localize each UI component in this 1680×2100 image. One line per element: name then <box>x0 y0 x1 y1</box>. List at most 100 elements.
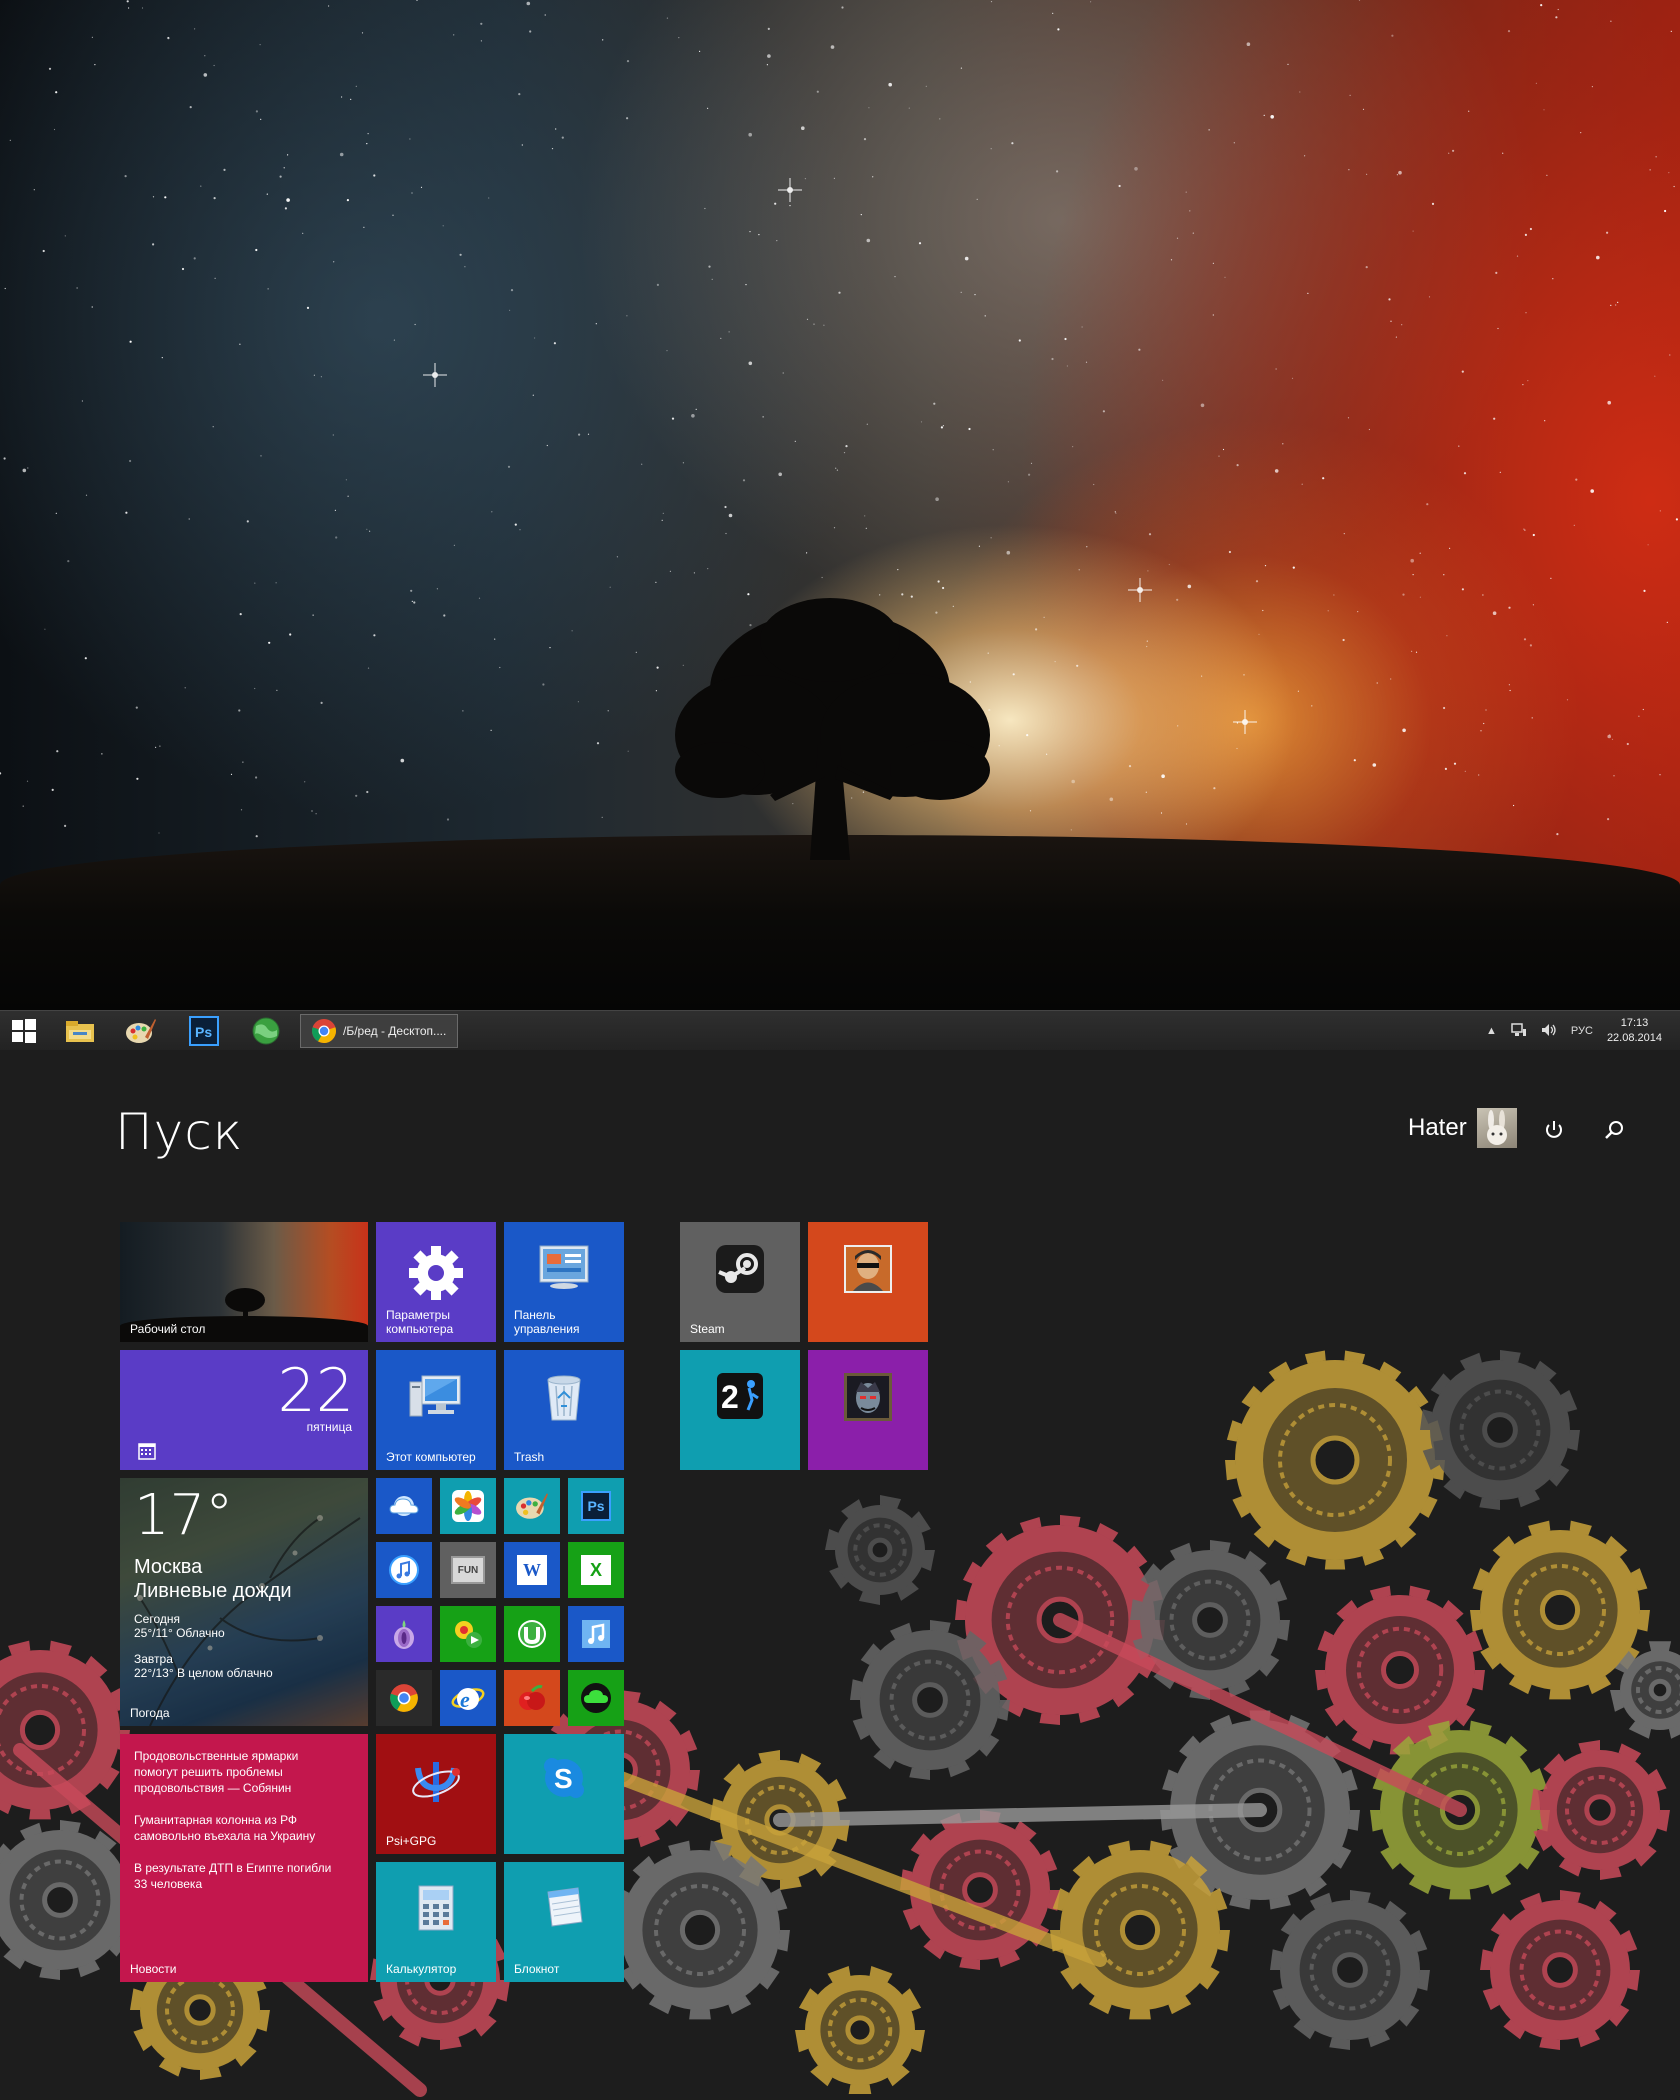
tile-steam-label: Steam <box>690 1322 725 1336</box>
start-screen: Пуск Hater Рабочий стол 22 пятница 17° М… <box>0 1050 1680 2100</box>
tile-game-warrior[interactable] <box>808 1350 928 1470</box>
clock-date: 22.08.2014 <box>1606 1032 1662 1044</box>
desktop-wallpaper <box>0 0 1680 1010</box>
news-list: Продовольственные ярмарки помогут решить… <box>134 1748 344 1908</box>
user-avatar <box>1476 1108 1517 1148</box>
tile-desktop-label: Рабочий стол <box>130 1322 206 1336</box>
tile-portal-2[interactable]: 2 <box>680 1350 800 1470</box>
weather-tomorrow-forecast: 22°/13° В целом облачно <box>134 1666 273 1680</box>
search-button[interactable] <box>1600 1116 1628 1144</box>
utorrent-icon <box>518 1620 546 1648</box>
tile-news-label: Новости <box>130 1962 177 1976</box>
tile-apple-app[interactable] <box>504 1670 560 1726</box>
psi-icon <box>412 1762 460 1802</box>
tile-music-app[interactable] <box>568 1606 624 1662</box>
svg-text:Ps: Ps <box>195 1024 212 1040</box>
music-note-icon <box>582 1620 610 1648</box>
word-icon: W <box>517 1555 547 1585</box>
network-icon[interactable] <box>1511 1022 1527 1040</box>
start-title: Пуск <box>115 1103 244 1161</box>
search-icon <box>1605 1121 1623 1139</box>
tile-psi-gpg-label: Psi+GPG <box>386 1834 437 1848</box>
taskbar-file-explorer[interactable] <box>55 1015 105 1047</box>
tile-calculator[interactable]: Калькулятор <box>376 1862 496 1982</box>
tile-icon-wrap <box>808 1222 928 1342</box>
taskbar-chrome-task[interactable]: /Б/ред - Десктоп.... <box>300 1014 458 1048</box>
tile-control-panel[interactable]: Панель управления <box>504 1222 624 1342</box>
tile-internet-explorer[interactable]: e <box>440 1670 496 1726</box>
taskbar-clock[interactable]: 17:13 22.08.2014 <box>1607 1016 1662 1046</box>
tile-this-pc[interactable]: Этот компьютер <box>376 1350 496 1470</box>
tile-skype[interactable]: S <box>504 1734 624 1854</box>
character-portrait-icon <box>844 1245 892 1293</box>
tile-notepad-label: Блокнот <box>514 1962 560 1976</box>
tile-pc-settings-label: Параметры компьютера <box>386 1308 454 1336</box>
taskbar-photoshop[interactable]: Ps <box>179 1015 229 1047</box>
system-tray: ▲ РУС 17:13 22.08.2014 <box>1486 1011 1680 1051</box>
file-explorer-icon <box>66 1021 94 1042</box>
tile-photos[interactable] <box>440 1478 496 1534</box>
tile-tor[interactable] <box>376 1606 432 1662</box>
tile-itunes[interactable] <box>376 1542 432 1598</box>
globe-icon <box>252 1017 280 1045</box>
tile-word[interactable]: W <box>504 1542 560 1598</box>
tor-onion-icon <box>394 1620 414 1649</box>
tile-this-pc-label: Этот компьютер <box>386 1450 476 1464</box>
tile-steam[interactable]: Steam <box>680 1222 800 1342</box>
svg-text:S: S <box>554 1763 573 1794</box>
news-item: В результате ДТП в Египте погибли 33 чел… <box>134 1861 332 1891</box>
tile-icon-wrap <box>376 1478 432 1534</box>
tile-desktop[interactable]: Рабочий стол <box>120 1222 368 1342</box>
photoshop-icon: Ps <box>189 1016 219 1046</box>
tile-weather[interactable]: 17° Москва Ливневые дожди Сегодня 25°/11… <box>120 1478 368 1726</box>
tile-icon-wrap <box>568 1606 624 1662</box>
volume-icon[interactable] <box>1541 1023 1557 1040</box>
start-button[interactable] <box>0 1015 48 1047</box>
calendar-weekday: пятница <box>306 1420 352 1434</box>
taskbar-globe-app[interactable] <box>241 1015 291 1047</box>
user-account[interactable]: Hater <box>1408 1108 1517 1148</box>
gear-icon <box>409 1246 463 1300</box>
tree-silhouette <box>675 598 990 860</box>
tile-chrome[interactable] <box>376 1670 432 1726</box>
control-panel-icon <box>539 1245 589 1289</box>
tile-icon-wrap <box>504 1478 560 1534</box>
tile-trash[interactable]: Trash <box>504 1350 624 1470</box>
weather-temperature: 17° <box>134 1483 234 1548</box>
tile-calendar[interactable]: 22 пятница <box>120 1350 368 1470</box>
weather-today-label: Сегодня <box>134 1612 180 1626</box>
news-item: Продовольственные ярмарки помогут решить… <box>134 1749 299 1795</box>
apple-icon <box>519 1685 545 1710</box>
tile-icon-wrap: FUN <box>440 1542 496 1598</box>
taskbar-paint[interactable] <box>116 1015 166 1047</box>
photoshop-icon: Ps <box>581 1491 611 1521</box>
tile-excel[interactable]: X <box>568 1542 624 1598</box>
icloud-icon <box>389 1496 419 1516</box>
fun-app-icon: FUN <box>451 1556 485 1584</box>
tile-pc-settings[interactable]: Параметры компьютера <box>376 1222 496 1342</box>
power-button[interactable] <box>1540 1116 1568 1144</box>
tile-icon-wrap: W <box>504 1542 560 1598</box>
user-name: Hater <box>1408 1114 1467 1141</box>
steam-icon <box>716 1245 764 1293</box>
language-indicator[interactable]: РУС <box>1571 1025 1593 1037</box>
tray-expand-icon[interactable]: ▲ <box>1486 1025 1497 1037</box>
tile-psi-gpg[interactable]: Psi+GPG <box>376 1734 496 1854</box>
tile-cloud-app[interactable] <box>568 1670 624 1726</box>
tile-icon-wrap: S <box>504 1734 624 1854</box>
weather-condition: Ливневые дожди <box>134 1580 292 1602</box>
excel-icon: X <box>581 1555 611 1585</box>
tile-paint[interactable] <box>504 1478 560 1534</box>
warrior-portrait-icon <box>844 1373 892 1421</box>
paint-icon <box>126 1019 156 1043</box>
tile-icloud[interactable] <box>376 1478 432 1534</box>
tile-trash-label: Trash <box>514 1450 545 1464</box>
tile-photoshop[interactable]: Ps <box>568 1478 624 1534</box>
tile-media-player[interactable] <box>440 1606 496 1662</box>
tile-news[interactable]: Продовольственные ярмарки помогут решить… <box>120 1734 368 1982</box>
tile-utorrent[interactable] <box>504 1606 560 1662</box>
tile-icon-wrap <box>376 1606 432 1662</box>
tile-game-character[interactable] <box>808 1222 928 1342</box>
tile-fun[interactable]: FUN <box>440 1542 496 1598</box>
tile-notepad[interactable]: Блокнот <box>504 1862 624 1982</box>
